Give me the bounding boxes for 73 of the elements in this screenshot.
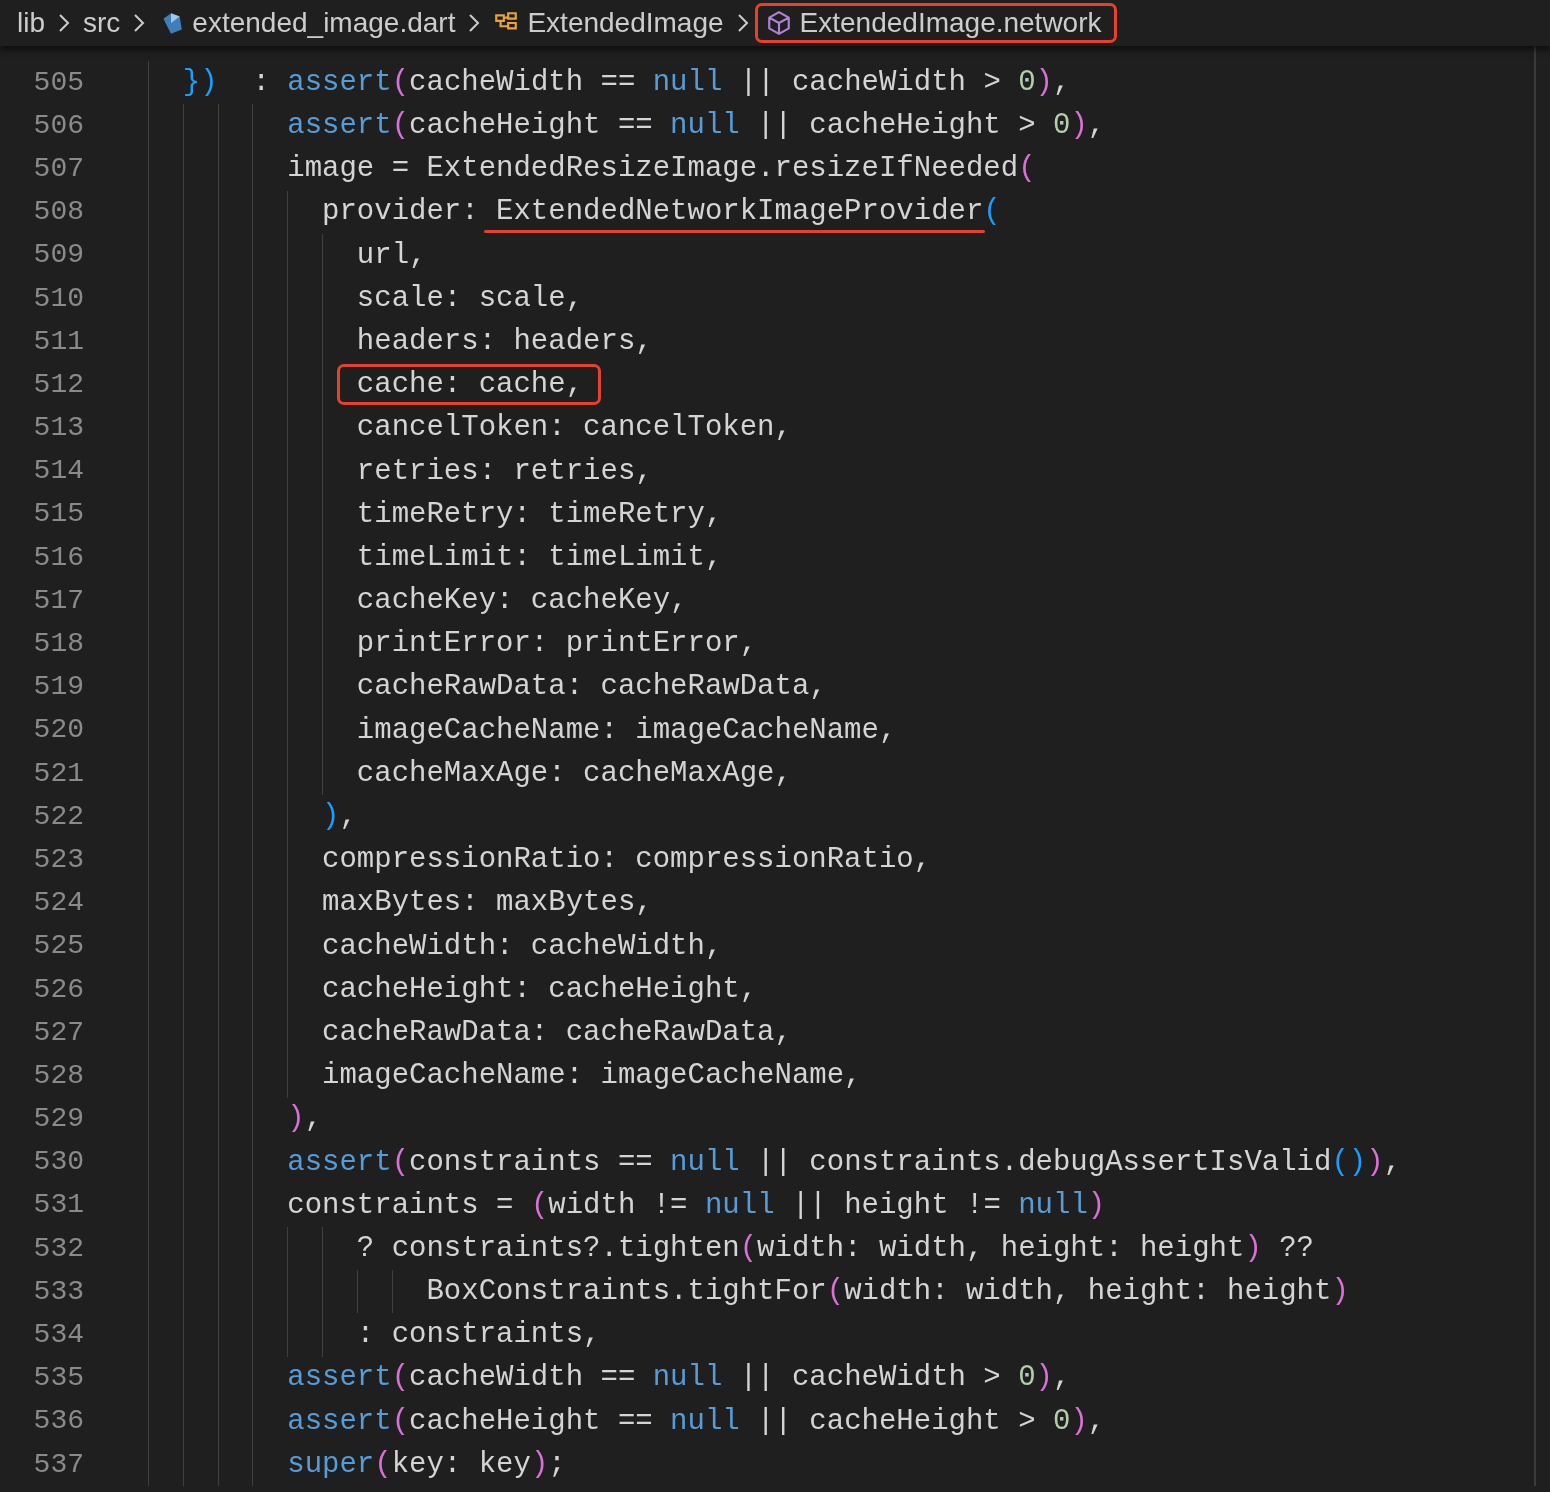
breadcrumb-item[interactable]: lib: [10, 3, 52, 43]
line-number: 509: [32, 238, 84, 273]
code-line: assert(cacheHeight == null || cacheHeight > 0),: [286, 1403, 1106, 1440]
chevron-icon: [56, 12, 72, 34]
code-line: retries: retries,: [355, 453, 653, 490]
line-number: 514: [32, 454, 84, 489]
code-line: constraints = (width != null || height != null): [286, 1187, 1106, 1224]
line-number: 522: [32, 799, 84, 834]
code-line: imageCacheName: imageCacheName,: [321, 1058, 862, 1095]
line-number: 510: [32, 281, 84, 316]
code-line: timeLimit: timeLimit,: [355, 539, 723, 576]
line-number: 507: [32, 151, 84, 186]
code-line: provider: ExtendedNetworkImageProvider(: [321, 194, 1001, 231]
code-line: headers: headers,: [355, 323, 653, 360]
line-number: 511: [32, 324, 84, 359]
code-line: }) : assert(cacheWidth == null || cacheWidth > 0),: [181, 64, 1071, 101]
code-line: cacheRawData: cacheRawData,: [355, 669, 827, 706]
line-number: 535: [32, 1361, 84, 1396]
line-number: 515: [32, 497, 84, 532]
line-number: 533: [32, 1274, 84, 1309]
code-line: imageCacheName: imageCacheName,: [355, 712, 897, 749]
line-number: 506: [32, 108, 84, 143]
line-number: 528: [32, 1058, 84, 1093]
line-number: 508: [32, 195, 84, 230]
code-line: image = ExtendedResizeImage.resizeIfNeeded(: [286, 151, 1036, 188]
code-line: compressionRatio: compressionRatio,: [321, 842, 932, 879]
code-line: cacheMaxAge: cacheMaxAge,: [355, 755, 792, 792]
line-number: 516: [32, 540, 84, 575]
line-number: 521: [32, 756, 84, 791]
code-line: ),: [321, 799, 357, 836]
code-line: : constraints,: [355, 1317, 601, 1354]
line-number: 512: [32, 367, 84, 402]
code-line: super(key: key);: [286, 1446, 566, 1483]
breadcrumb-item[interactable]: ExtendedImage: [486, 3, 731, 43]
line-number: 519: [32, 670, 84, 705]
line-number: 505: [32, 65, 84, 100]
code-line: printError: printError,: [355, 626, 758, 663]
code-line: ),: [286, 1101, 323, 1138]
line-number: 523: [32, 842, 84, 877]
code-line: BoxConstraints.tightFor(width: width, height: height): [425, 1274, 1349, 1311]
code-line: cacheRawData: cacheRawData,: [321, 1014, 792, 1051]
code-line: assert(cacheHeight == null || cacheHeight > 0),: [286, 108, 1106, 145]
cube-icon: [765, 10, 792, 36]
breadcrumb-item[interactable]: src: [76, 3, 128, 43]
code-line: timeRetry: timeRetry,: [355, 496, 723, 533]
code-line: cache: cache,: [355, 367, 584, 404]
code-line: maxBytes: maxBytes,: [321, 885, 653, 922]
code-line: cancelToken: cancelToken,: [355, 410, 792, 447]
code-line: cacheKey: cacheKey,: [355, 583, 688, 620]
line-number: 534: [32, 1318, 84, 1353]
line-number: 520: [32, 713, 84, 748]
line-number: 529: [32, 1102, 84, 1137]
code-line: cacheHeight: cacheHeight,: [321, 971, 758, 1008]
code-line: scale: scale,: [355, 280, 584, 317]
line-number: 532: [32, 1231, 84, 1266]
code-line: cacheWidth: cacheWidth,: [321, 928, 723, 965]
line-number: 531: [32, 1188, 84, 1223]
line-number: 527: [32, 1015, 84, 1050]
line-number: 518: [32, 627, 84, 662]
line-number: 536: [32, 1404, 84, 1439]
line-number: 537: [32, 1447, 84, 1482]
line-number: 525: [32, 929, 84, 964]
code-line: assert(cacheWidth == null || cacheWidth > 0),: [286, 1360, 1071, 1397]
breadcrumb-item[interactable]: ExtendedImage.network: [754, 3, 1117, 43]
line-number: 530: [32, 1145, 84, 1180]
line-number: 526: [32, 972, 84, 1007]
line-number: 524: [32, 886, 84, 921]
breadcrumb-item[interactable]: extended_image.dart: [151, 3, 463, 43]
line-number: 513: [32, 411, 84, 446]
line-number: 517: [32, 583, 84, 618]
code-line: assert(constraints == null || constraints.debugAssertIsValid()),: [286, 1144, 1402, 1181]
code-line: ? constraints?.tighten(width: width, height: height) ??: [355, 1230, 1314, 1267]
code-line: url,: [355, 237, 427, 274]
